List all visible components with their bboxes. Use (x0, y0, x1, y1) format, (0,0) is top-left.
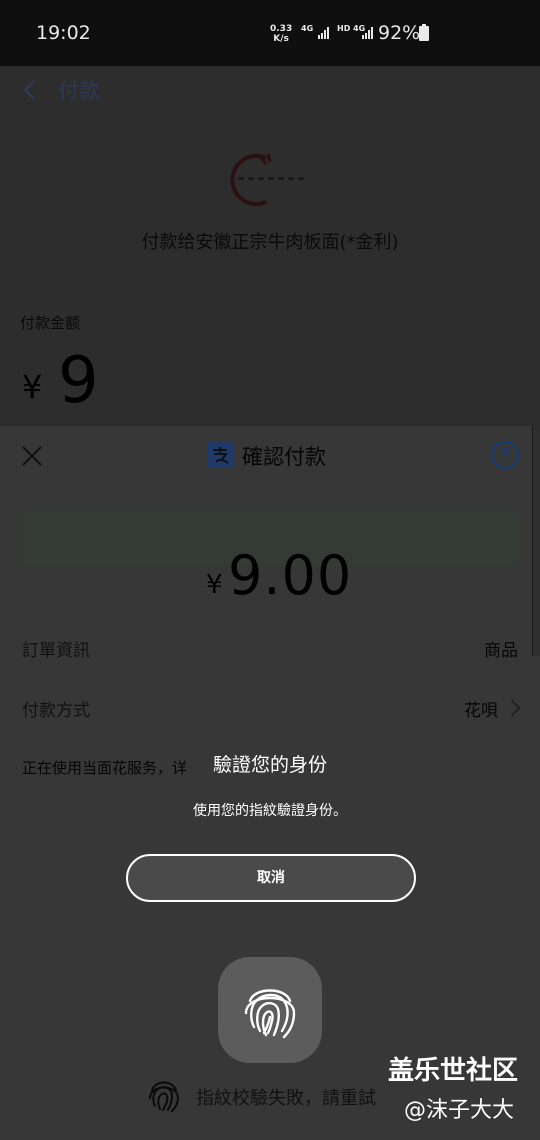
status-time: 19:02 (36, 22, 91, 44)
verify-identity-title: 驗證您的身份 (212, 754, 327, 776)
amount-value: 9 (58, 344, 99, 418)
chevron-right-icon (503, 699, 521, 717)
order-info-value: 商品 (484, 641, 518, 661)
fingerprint-fail-message: 指紋校驗失敗，請重試 (196, 1088, 376, 1109)
payment-method-value: 花唄 (464, 696, 521, 721)
network-type-1: 4G (301, 24, 314, 33)
signal-icon (318, 27, 329, 39)
close-icon[interactable] (20, 444, 44, 468)
payment-method-text: 花唄 (464, 701, 498, 721)
fingerprint-icon (244, 989, 296, 1039)
fingerprint-sensor-area[interactable] (218, 957, 322, 1063)
order-info-label: 訂單資訊 (22, 641, 90, 661)
network-speed: 0.33 K/s (270, 24, 292, 44)
sheet-title: 確認付款 (242, 445, 326, 469)
help-icon[interactable]: ? (491, 441, 519, 469)
verify-identity-subtitle: 使用您的指紋驗證身份。 (193, 803, 347, 819)
watermark-author: @沫子大大 (404, 1098, 515, 1123)
page-title: 付款 (58, 79, 100, 103)
network-speed-value: 0.33 (270, 24, 293, 34)
back-arrow-icon[interactable] (18, 78, 42, 102)
sheet-amount-currency: ¥ (206, 570, 223, 600)
merchant-name: 付款给安徽正宗牛肉板面(*金利) (141, 232, 399, 253)
hd-indicator: HD (337, 24, 351, 33)
side-panel-edge (532, 426, 540, 656)
signal-icon-2 (362, 27, 373, 39)
merchant-logo (230, 153, 304, 206)
amount-label: 付款金额 (20, 314, 81, 332)
watermark-community: 盖乐世社区 (388, 1056, 519, 1086)
battery-icon (419, 24, 429, 41)
sheet-amount-value: 9.00 (228, 544, 353, 607)
payment-method-row[interactable]: 付款方式 花唄 (0, 688, 540, 728)
network-speed-unit: K/s (273, 34, 289, 44)
battery-percent: 92% (378, 22, 421, 44)
amount-currency: ¥ (22, 368, 43, 406)
alipay-icon (207, 442, 233, 468)
payment-method-label: 付款方式 (22, 701, 90, 721)
cancel-button[interactable]: 取消 (126, 854, 416, 902)
status-bar: 19:02 0.33 K/s 4G HD 4G 92% (0, 0, 540, 66)
fingerprint-small-icon (149, 1081, 180, 1112)
payment-page: 付款 付款给安徽正宗牛肉板面(*金利) 付款金额 ¥ 9 (0, 66, 540, 426)
